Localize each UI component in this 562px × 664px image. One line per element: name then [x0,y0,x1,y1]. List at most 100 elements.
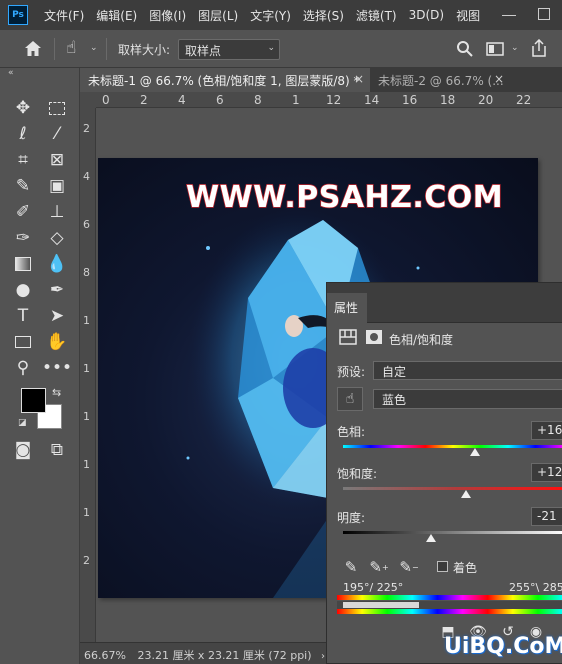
hue-label: 色相: [337,425,366,439]
hue-value-input[interactable]: +16 [531,421,562,440]
stamp-tool-icon[interactable]: ⊥ [44,200,70,224]
chevron-down-icon: ⌄ [267,43,275,53]
share-icon[interactable] [531,39,547,57]
gradient-tool-icon[interactable] [10,252,36,276]
collapse-icon[interactable]: « [8,68,14,78]
lightness-value-input[interactable]: -21 [531,507,562,526]
tab-document-1[interactable]: 未标题-1 @ 66.7% (色相/饱和度 1, 图层蒙版/8) * × [80,68,370,92]
menu-view[interactable]: 视图 [450,7,486,24]
default-colors-icon[interactable]: ◪ [18,418,27,428]
close-icon[interactable]: × [494,72,504,86]
preset-select[interactable]: 自定 [373,361,562,380]
eyedropper-tool-icon[interactable]: ✎ [10,174,36,198]
ruler-tick-label: 1 [83,410,90,423]
minimize-icon[interactable] [502,0,516,16]
eyedropper-add-icon[interactable]: ✎ + [369,557,389,577]
home-icon[interactable] [24,40,42,57]
more-tools-icon[interactable]: ••• [42,356,72,380]
photoshop-logo: Ps [8,5,28,25]
crop-tool-icon[interactable]: ⌗ [10,148,36,172]
colorize-checkbox[interactable] [437,561,448,572]
swap-colors-icon[interactable]: ⇆ [52,386,61,399]
hue-value: +16 [537,423,562,437]
menu-layer[interactable]: 图层(L) [192,7,244,24]
tab-label: 未标题-2 @ 66.7% (... [378,74,504,88]
history-brush-tool-icon[interactable]: ✑ [10,226,36,250]
sample-size-select[interactable]: 取样点 ⌄ [178,39,280,60]
color-range-selector[interactable] [337,601,562,609]
ruler-corner [80,92,96,108]
menu-filter[interactable]: 滤镜(T) [350,7,403,24]
sample-size-value: 取样点 [185,44,222,58]
zoom-tool-icon[interactable]: ⚲ [10,356,36,380]
targeted-adjustment-tool-icon[interactable]: ☝ [337,387,363,411]
ruler-tick-label: 1 [83,458,90,471]
lightness-label: 明度: [337,511,366,525]
adjustment-name: 色相/饱和度 [389,333,454,347]
menu-edit[interactable]: 编辑(E) [90,7,143,24]
eyedropper-subtract-icon[interactable]: ✎ − [399,557,419,577]
zoom-level[interactable]: 66.67% [84,649,126,662]
lasso-tool-icon[interactable]: ℓ [10,122,36,146]
lightness-slider-thumb[interactable] [426,534,436,542]
type-tool-icon[interactable]: T [10,304,36,328]
tab-document-2[interactable]: 未标题-2 @ 66.7% (... × [370,68,510,92]
channel-value: 蓝色 [382,393,407,407]
tab-properties[interactable]: 属性 [327,293,367,323]
menu-3d[interactable]: 3D(D) [403,8,450,22]
menu-type[interactable]: 文字(Y) [244,7,297,24]
lightness-slider-track[interactable] [343,531,562,534]
brush-tool-icon[interactable]: ✐ [10,200,36,224]
frame-tool-icon[interactable]: ⊠ [44,148,70,172]
foreground-color-swatch[interactable] [21,388,46,413]
menu-select[interactable]: 选择(S) [297,7,350,24]
ruler-tick-label: 2 [83,554,90,567]
ruler-tick-label: 8 [254,93,262,107]
vertical-ruler[interactable]: 2 4 6 8 1 1 1 1 1 2 [80,108,96,642]
properties-panel: 属性 色相/饱和度 预设: 自定 ☝ 蓝色 色相: +16 饱和度: +12 明… [326,282,562,664]
marquee-tool-icon[interactable] [44,96,70,120]
rectangle-tool-icon[interactable] [10,330,36,354]
screen-mode-icon[interactable]: ⧉ [44,438,70,462]
chevron-right-icon[interactable]: › [321,651,325,662]
ruler-tick-label: 1 [292,93,300,107]
tools-panel: « ✥ ℓ ⁄ ⌗ ⊠ ✎ ▣ ✐ ⊥ ✑ ◇ 💧 ● ✒ T ➤ ✋ ⚲ ••… [0,68,80,664]
channel-select[interactable]: 蓝色 [373,389,562,409]
blur-tool-icon[interactable]: 💧 [44,252,70,276]
search-icon[interactable] [456,40,474,58]
saturation-slider-track[interactable] [343,487,562,490]
menu-image[interactable]: 图像(I) [143,7,192,24]
horizontal-ruler[interactable]: 0 2 4 6 8 1 12 14 16 18 20 22 [96,92,562,108]
saturation-slider-thumb[interactable] [461,490,472,498]
chevron-down-icon[interactable]: ⌄ [511,43,519,53]
object-selection-tool-icon[interactable]: ▣ [44,174,70,198]
ruler-tick-label: 2 [140,93,148,107]
ruler-tick-label: 1 [83,362,90,375]
path-selection-tool-icon[interactable]: ➤ [44,304,70,328]
range-left-label: 195°/ 225° [343,581,404,594]
eyedropper-icon[interactable]: ✎ [341,557,361,577]
workspace-icon[interactable] [486,42,504,56]
mask-icon[interactable] [365,329,383,345]
menu-file[interactable]: 文件(F) [38,7,90,24]
ruler-tick-label: 12 [326,93,342,107]
dodge-tool-icon[interactable]: ● [10,278,36,302]
saturation-value: +12 [537,465,562,479]
move-tool-icon[interactable]: ✥ [10,96,36,120]
pen-tool-icon[interactable]: ✒ [44,278,70,302]
hand-tool-icon[interactable]: ✋ [44,330,70,354]
ruler-tick-label: 1 [83,506,90,519]
magic-wand-tool-icon[interactable]: ⁄ [44,122,70,146]
maximize-icon[interactable] [538,8,550,20]
eraser-tool-icon[interactable]: ◇ [44,226,70,250]
close-icon[interactable]: × [354,72,364,86]
ruler-tick-label: 1 [83,314,90,327]
hue-slider-track[interactable] [343,445,562,448]
hue-slider-thumb[interactable] [470,448,480,456]
ruler-tick-label: 14 [364,93,380,107]
chevron-down-icon[interactable]: ⌄ [90,43,98,53]
saturation-value-input[interactable]: +12 [531,463,562,482]
eyedropper-tool-preset-icon[interactable]: ☝ [66,38,76,58]
ruler-tick-label: 6 [216,93,224,107]
quick-mask-icon[interactable]: ◙ [10,438,36,462]
